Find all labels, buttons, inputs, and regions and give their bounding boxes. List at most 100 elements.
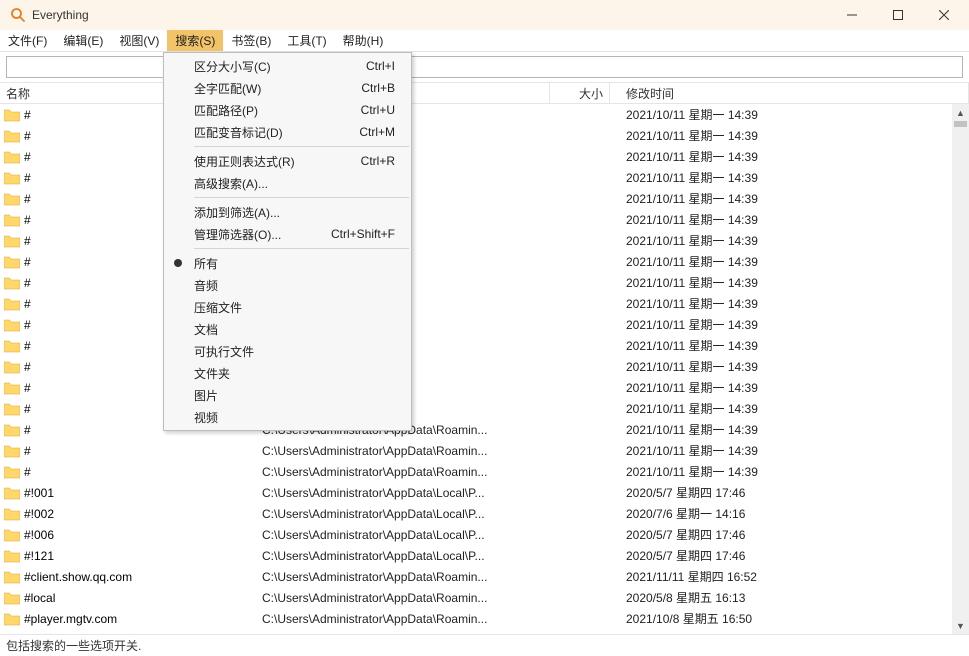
menu-option[interactable]: 匹配变音标记(D)Ctrl+M (164, 121, 411, 143)
maximize-button[interactable] (875, 0, 921, 30)
file-name-cell: #client.show.qq.com (0, 570, 262, 584)
menu-separator (194, 146, 409, 147)
table-row[interactable]: #ppData\Roamin...2021/10/11 星期一 14:39 (0, 272, 969, 293)
menu-option[interactable]: 添加到筛选(A)... (164, 201, 411, 223)
menu-item[interactable]: 文件(F) (0, 30, 55, 51)
table-row[interactable]: #ppData\Roamin...2021/10/11 星期一 14:39 (0, 230, 969, 251)
table-row[interactable]: #ppData\Roamin...2021/10/11 星期一 14:39 (0, 188, 969, 209)
table-row[interactable]: #ppData\Roamin...2021/10/11 星期一 14:39 (0, 314, 969, 335)
table-row[interactable]: #ppData\Roamin...2021/10/11 星期一 14:39 (0, 377, 969, 398)
folder-icon (4, 255, 20, 269)
menu-option[interactable]: 文档 (164, 318, 411, 340)
file-date-cell: 2020/5/7 星期四 17:46 (610, 526, 969, 543)
menu-option[interactable]: 使用正则表达式(R)Ctrl+R (164, 150, 411, 172)
menu-option[interactable]: 压缩文件 (164, 296, 411, 318)
file-path-cell: C:\Users\Administrator\AppData\Roamin... (262, 444, 550, 458)
menu-option[interactable]: 区分大小写(C)Ctrl+I (164, 55, 411, 77)
folder-icon (4, 129, 20, 143)
file-name: # (24, 171, 31, 185)
menu-option[interactable]: 视频 (164, 406, 411, 428)
table-row[interactable]: # C:\Users\Administrator\AppData\Roamin..… (0, 461, 969, 482)
vertical-scrollbar[interactable]: ▲ ▼ (952, 104, 969, 634)
table-row[interactable]: #!001C:\Users\Administrator\AppData\Loca… (0, 482, 969, 503)
menu-option[interactable]: 管理筛选器(O)...Ctrl+Shift+F (164, 223, 411, 245)
file-name: # (24, 297, 31, 311)
table-row[interactable]: #ppData\Roamin...2021/10/11 星期一 14:39 (0, 146, 969, 167)
table-row[interactable]: #player.mgtv.comC:\Users\Administrator\A… (0, 608, 969, 629)
table-row[interactable]: #ppData\Roamin...2021/10/11 星期一 14:39 (0, 398, 969, 419)
menu-item[interactable]: 视图(V) (111, 30, 167, 51)
table-row[interactable]: #C:\Users\Administrator\AppData\Roamin..… (0, 440, 969, 461)
app-icon (10, 7, 26, 23)
menu-item[interactable]: 工具(T) (279, 30, 334, 51)
table-row[interactable]: #ppData\Roamin...2021/10/11 星期一 14:39 (0, 251, 969, 272)
statusbar: 包括搜索的一些选项开关. (0, 634, 969, 656)
menu-option-label: 区分大小写(C) (194, 58, 271, 75)
table-row[interactable]: #ppData\Roamin...2021/10/11 星期一 14:39 (0, 335, 969, 356)
file-date-cell: 2021/10/11 星期一 14:39 (610, 274, 969, 291)
folder-icon (4, 423, 20, 437)
file-name: # (24, 150, 31, 164)
scroll-down-button[interactable]: ▼ (952, 617, 969, 634)
table-row[interactable]: #ppData\Roamin...2021/10/11 星期一 14:39 (0, 356, 969, 377)
menu-option[interactable]: 图片 (164, 384, 411, 406)
column-date-header[interactable]: 修改时间 (610, 83, 969, 103)
table-row[interactable]: #!006C:\Users\Administrator\AppData\Loca… (0, 524, 969, 545)
menu-item[interactable]: 书签(B) (223, 30, 279, 51)
table-row[interactable]: #ppData\Roamin...2021/10/11 星期一 14:39 (0, 293, 969, 314)
column-size-header[interactable]: 大小 (550, 83, 610, 103)
table-row[interactable]: #C:\Users\Administrator\AppData\Roamin..… (0, 419, 969, 440)
menu-option[interactable]: 文件夹 (164, 362, 411, 384)
minimize-button[interactable] (829, 0, 875, 30)
table-row[interactable]: #localC:\Users\Administrator\AppData\Roa… (0, 587, 969, 608)
file-date-cell: 2021/10/11 星期一 14:39 (610, 106, 969, 123)
table-row[interactable]: #ppData\Roamin...2021/10/11 星期一 14:39 (0, 125, 969, 146)
file-date-cell: 2021/10/11 星期一 14:39 (610, 421, 969, 438)
close-button[interactable] (921, 0, 967, 30)
menu-option[interactable]: 全字匹配(W)Ctrl+B (164, 77, 411, 99)
file-path-cell: C:\Users\Administrator\AppData\Local\P..… (262, 486, 550, 500)
menu-option[interactable]: 可执行文件 (164, 340, 411, 362)
menu-separator (194, 197, 409, 198)
scroll-track[interactable] (952, 121, 969, 617)
scroll-thumb[interactable] (954, 121, 967, 127)
menu-item[interactable]: 编辑(E) (55, 30, 111, 51)
file-date-cell: 2021/10/11 星期一 14:39 (610, 442, 969, 459)
file-date-cell: 2021/10/11 星期一 14:39 (610, 253, 969, 270)
menu-item[interactable]: 帮助(H) (335, 30, 392, 51)
menu-option[interactable]: 音频 (164, 274, 411, 296)
table-row[interactable]: #ppData\Roamin...2021/10/11 星期一 14:39 (0, 167, 969, 188)
menu-option[interactable]: 匹配路径(P)Ctrl+U (164, 99, 411, 121)
file-path-cell: C:\Users\Administrator\AppData\Roamin... (262, 465, 550, 479)
search-bar (0, 52, 969, 82)
file-name: # (24, 129, 31, 143)
menu-option[interactable]: 所有 (164, 252, 411, 274)
file-date-cell: 2021/10/11 星期一 14:39 (610, 190, 969, 207)
folder-icon (4, 549, 20, 563)
menu-item[interactable]: 搜索(S) (167, 30, 223, 51)
file-date-cell: 2021/10/11 星期一 14:39 (610, 337, 969, 354)
scroll-up-button[interactable]: ▲ (952, 104, 969, 121)
menu-option[interactable]: 高级搜索(A)... (164, 172, 411, 194)
table-row[interactable]: #!121C:\Users\Administrator\AppData\Loca… (0, 545, 969, 566)
folder-icon (4, 213, 20, 227)
menu-separator (194, 248, 409, 249)
folder-icon (4, 276, 20, 290)
menu-option-label: 全字匹配(W) (194, 80, 261, 97)
file-list: #ppData\Roamin...2021/10/11 星期一 14:39#pp… (0, 104, 969, 634)
file-path-cell: C:\Users\Administrator\AppData\Roamin... (262, 612, 550, 626)
folder-icon (4, 570, 20, 584)
menu-option-label: 匹配变音标记(D) (194, 124, 283, 141)
file-path-cell: C:\Users\Administrator\AppData\Local\P..… (262, 507, 550, 521)
file-name: #client.show.qq.com (24, 570, 132, 584)
table-row[interactable]: #ppData\Roamin...2021/10/11 星期一 14:39 (0, 209, 969, 230)
file-name: # (24, 318, 31, 332)
table-row[interactable]: #client.show.qq.comC:\Users\Administrato… (0, 566, 969, 587)
table-row[interactable]: #ppData\Roamin...2021/10/11 星期一 14:39 (0, 104, 969, 125)
file-name: # (24, 465, 31, 479)
table-row[interactable]: #!002C:\Users\Administrator\AppData\Loca… (0, 503, 969, 524)
file-name: # (24, 402, 31, 416)
file-name-cell: #!006 (0, 528, 262, 542)
search-input[interactable] (6, 56, 963, 78)
file-name-cell: #!121 (0, 549, 262, 563)
